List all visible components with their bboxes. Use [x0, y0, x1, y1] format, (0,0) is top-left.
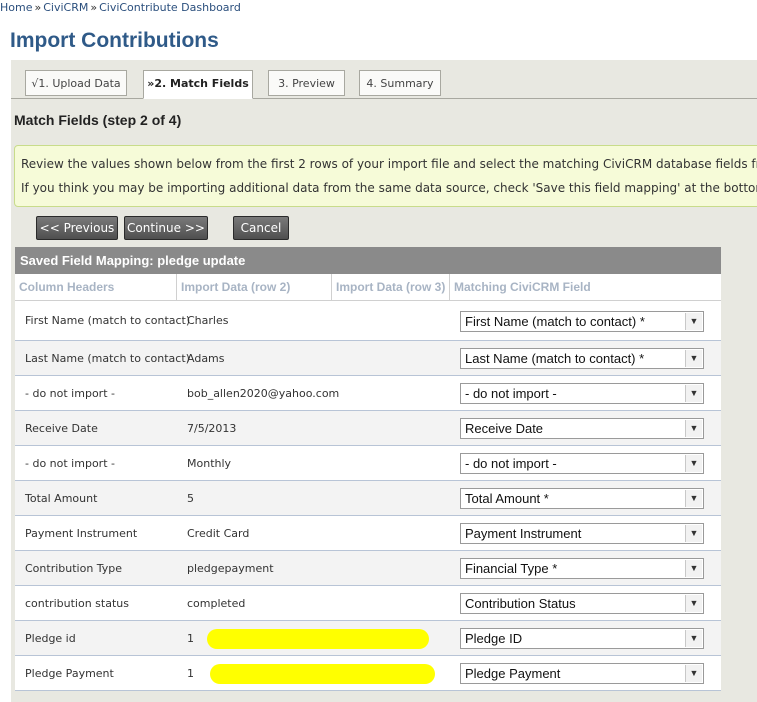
table-row: Pledge Payment 1 Pledge Payment ▼	[15, 656, 721, 691]
chevron-down-icon[interactable]: ▼	[685, 385, 702, 402]
column-header-cell: Pledge Payment	[25, 667, 114, 680]
help-text-line-2: If you think you may be importing additi…	[21, 181, 757, 195]
civicrm-field-value: - do not import -	[465, 456, 557, 471]
civicrm-field-select[interactable]: - do not import - ▼	[460, 453, 704, 474]
table-row: - do not import - Monthly - do not import …	[15, 446, 721, 481]
wizard-step-preview[interactable]: 3. Preview	[268, 70, 345, 96]
breadcrumb: Home» CiviCRM» CiviContribute Dashboard	[0, 1, 241, 14]
civicrm-field-select[interactable]: Receive Date ▼	[460, 418, 704, 439]
civicrm-field-select[interactable]: Last Name (match to contact) * ▼	[460, 348, 704, 369]
table-row: Pledge id 1 Pledge ID ▼	[15, 621, 721, 656]
step-title: Match Fields (step 2 of 4)	[14, 112, 182, 128]
civicrm-field-value: Last Name (match to contact) *	[465, 351, 645, 366]
chevron-down-icon[interactable]: ▼	[685, 420, 702, 437]
wizard-step-upload-data[interactable]: √1. Upload Data	[25, 70, 127, 96]
column-header-cell: Receive Date	[25, 422, 98, 435]
import-data-cell: 1	[187, 667, 194, 680]
civicrm-field-select[interactable]: First Name (match to contact) * ▼	[460, 311, 704, 332]
table-row: Total Amount 5 Total Amount * ▼	[15, 481, 721, 516]
breadcrumb-separator: »	[90, 1, 98, 14]
table-body: First Name (match to contact) Charles Firs…	[15, 301, 721, 691]
chevron-down-icon[interactable]: ▼	[685, 630, 702, 647]
column-header-cell: Total Amount	[25, 492, 98, 505]
civicrm-field-value: Contribution Status	[465, 596, 576, 611]
import-data-cell: 7/5/2013	[187, 422, 237, 435]
breadcrumb-separator: »	[34, 1, 42, 14]
chevron-down-icon[interactable]: ▼	[685, 525, 702, 542]
import-data-cell: Charles	[187, 314, 229, 327]
previous-button[interactable]: << Previous	[36, 216, 118, 240]
redaction-highlight	[207, 629, 429, 649]
civicrm-field-select[interactable]: Pledge ID ▼	[460, 628, 704, 649]
column-header-cell: - do not import -	[25, 387, 115, 400]
wizard-step-summary[interactable]: 4. Summary	[359, 70, 441, 96]
table-row: - do not import - bob_allen2020@yahoo.com…	[15, 376, 721, 411]
civicrm-field-value: - do not import -	[465, 386, 557, 401]
civicrm-field-value: Financial Type *	[465, 561, 558, 576]
column-header-cell: contribution status	[25, 597, 129, 610]
header-import-data-row-2: Import Data (row 2)	[176, 274, 331, 300]
column-header-cell: Pledge id	[25, 632, 76, 645]
chevron-down-icon[interactable]: ▼	[685, 313, 702, 330]
redaction-highlight	[210, 664, 435, 684]
import-data-cell: pledgepayment	[187, 562, 274, 575]
header-matching-civicrm-field: Matching CiviCRM Field	[449, 274, 721, 300]
header-column-headers: Column Headers	[19, 280, 115, 294]
import-data-cell: Credit Card	[187, 527, 250, 540]
chevron-down-icon[interactable]: ▼	[685, 560, 702, 577]
import-data-cell: 5	[187, 492, 194, 505]
civicrm-field-select[interactable]: - do not import - ▼	[460, 383, 704, 404]
table-row: First Name (match to contact) Charles Firs…	[15, 301, 721, 341]
breadcrumb-civicrm[interactable]: CiviCRM	[43, 1, 88, 14]
civicrm-field-select[interactable]: Financial Type * ▼	[460, 558, 704, 579]
table-row: Payment Instrument Credit Card Payment Ins…	[15, 516, 721, 551]
civicrm-field-select[interactable]: Pledge Payment ▼	[460, 663, 704, 684]
civicrm-field-value: Pledge ID	[465, 631, 523, 646]
table-header: Column Headers Import Data (row 2) Impor…	[15, 274, 721, 301]
chevron-down-icon[interactable]: ▼	[685, 350, 702, 367]
civicrm-field-select[interactable]: Total Amount * ▼	[460, 488, 704, 509]
import-data-cell: 1	[187, 632, 194, 645]
field-mapping-table: Saved Field Mapping: pledge update Colum…	[15, 247, 721, 691]
chevron-down-icon[interactable]: ▼	[685, 455, 702, 472]
help-text-line-1: Review the values shown below from the f…	[21, 157, 757, 171]
civicrm-field-value: Pledge Payment	[465, 666, 561, 681]
continue-button[interactable]: Continue >>	[124, 216, 208, 240]
column-header-cell: First Name (match to contact)	[25, 314, 191, 327]
import-panel: √1. Upload Data »2. Match Fields 3. Prev…	[11, 60, 757, 702]
import-data-cell: bob_allen2020@yahoo.com	[187, 387, 340, 400]
header-import-data-row-3: Import Data (row 3)	[331, 274, 449, 300]
table-row: Contribution Type pledgepayment Financial …	[15, 551, 721, 586]
cancel-button[interactable]: Cancel	[233, 216, 289, 240]
page-title: Import Contributions	[10, 29, 219, 52]
table-row: contribution status completed Contribution…	[15, 586, 721, 621]
table-row: Receive Date 7/5/2013 Receive Date ▼	[15, 411, 721, 446]
column-header-cell: Contribution Type	[25, 562, 123, 575]
breadcrumb-home[interactable]: Home	[0, 1, 32, 14]
saved-field-mapping-title: Saved Field Mapping: pledge update	[15, 247, 721, 274]
breadcrumb-civicontribute-dashboard[interactable]: CiviContribute Dashboard	[99, 1, 241, 14]
chevron-down-icon[interactable]: ▼	[685, 490, 702, 507]
chevron-down-icon[interactable]: ▼	[685, 665, 702, 682]
import-data-cell: Adams	[187, 352, 225, 365]
chevron-down-icon[interactable]: ▼	[685, 595, 702, 612]
civicrm-field-value: Receive Date	[465, 421, 544, 436]
table-row: Last Name (match to contact) Adams Last Na…	[15, 341, 721, 376]
civicrm-field-value: Payment Instrument	[465, 526, 582, 541]
column-header-cell: Last Name (match to contact)	[25, 352, 190, 365]
import-data-cell: Monthly	[187, 457, 232, 470]
civicrm-field-value: First Name (match to contact) *	[465, 314, 645, 329]
civicrm-field-select[interactable]: Payment Instrument ▼	[460, 523, 704, 544]
help-message: Review the values shown below from the f…	[14, 145, 757, 207]
civicrm-field-select[interactable]: Contribution Status ▼	[460, 593, 704, 614]
wizard-divider	[11, 98, 757, 99]
import-data-cell: completed	[187, 597, 246, 610]
column-header-cell: Payment Instrument	[25, 527, 138, 540]
wizard-step-match-fields[interactable]: »2. Match Fields	[143, 70, 253, 99]
column-header-cell: - do not import -	[25, 457, 115, 470]
civicrm-field-value: Total Amount *	[465, 491, 549, 506]
